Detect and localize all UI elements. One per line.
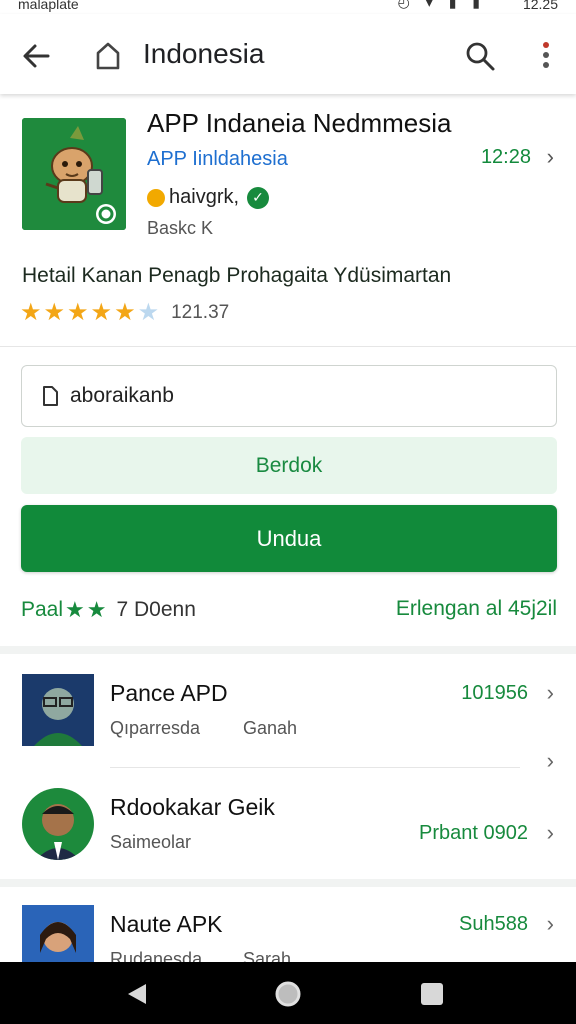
clock: 12.25 (522, 0, 558, 12)
star-empty-icon: ★ (137, 299, 160, 326)
search-icon[interactable] (462, 38, 498, 74)
home-icon[interactable] (92, 38, 124, 74)
download-button[interactable]: Undua (21, 505, 557, 572)
list-item-value: 101956 (461, 682, 528, 704)
system-status-icons: ◴ ▾ ▮ ▮ (397, 0, 486, 10)
meta-row: Paal ★ ★ 7 D0enn Erlengan al 45j2il (21, 597, 557, 629)
tag-badge-icon (147, 188, 165, 207)
chevron-right-icon[interactable]: › (547, 748, 554, 774)
text-input-field[interactable]: aboraikanb (21, 365, 557, 427)
rating-row: ★ ★ ★ ★ ★ ★ 121.37 (20, 298, 229, 327)
list-item-subtitle: Qıparresda (110, 718, 201, 738)
star-icon: ★ (86, 597, 107, 622)
list-item-meta: Ganah (243, 718, 298, 738)
list-item-value: Suh588 (459, 913, 528, 935)
list-item-title: Naute APK (110, 911, 223, 937)
carrier-label: malaplate (18, 0, 79, 12)
rating-count: 121.37 (171, 301, 230, 323)
star-icon: ★ (114, 299, 136, 326)
nav-recents-icon[interactable] (421, 983, 443, 1005)
section-divider (0, 879, 576, 887)
divider (0, 346, 576, 347)
developer-link[interactable]: APP Iinldahesia (147, 148, 288, 171)
meta-left: Paal ★ ★ 7 D0enn (21, 597, 196, 623)
chevron-right-icon[interactable]: › (547, 820, 554, 846)
app-category: Baskc K (147, 218, 214, 238)
app-tag: haivgrk, ✓ (147, 186, 270, 209)
back-arrow-icon[interactable] (18, 38, 54, 74)
chevron-right-icon[interactable]: › (547, 144, 554, 170)
tag-label: haivgrk, (169, 186, 240, 208)
star-icon: ★ (65, 597, 85, 622)
status-bar: malaplate ◴ ▾ ▮ ▮ 12.25 (0, 0, 576, 14)
verified-check-icon: ✓ (247, 186, 270, 209)
system-nav-bar (0, 962, 576, 1024)
list-item-subtitle: Saimeolar (110, 832, 192, 852)
meta-left-label: Paal (21, 598, 64, 621)
list-item-title: Rdookakar Geik (110, 794, 275, 820)
avatar (22, 788, 94, 860)
chevron-right-icon[interactable]: › (547, 680, 554, 706)
star-icon: ★ (67, 299, 89, 326)
app-name: APP Indaneia Nedmmesia (147, 108, 452, 138)
star-icon: ★ (20, 299, 42, 326)
nav-back-icon[interactable] (126, 982, 148, 1006)
document-icon (43, 386, 58, 406)
chevron-right-icon[interactable]: › (547, 911, 554, 937)
meta-right-link[interactable]: Erlengan al 45j2il (396, 597, 557, 621)
page-title: Indonesia (143, 38, 265, 69)
app-icon[interactable] (22, 118, 126, 230)
avatar (22, 674, 94, 746)
list-item-value: Prbant 0902 (419, 822, 528, 844)
app-mascot-icon (22, 118, 126, 230)
input-value: aboraikanb (70, 384, 174, 407)
star-icon: ★ (90, 299, 113, 326)
star-icon: ★ (43, 299, 66, 326)
more-options-icon[interactable] (536, 38, 556, 74)
top-app-bar: Indonesia (0, 14, 576, 94)
app-header: APP Indaneia Nedmmesia APP Iinldahesia 1… (0, 98, 576, 348)
secondary-button[interactable]: Berdok (21, 437, 557, 494)
divider (110, 767, 520, 768)
app-version: 12:28 (480, 146, 531, 168)
nav-home-icon[interactable] (274, 980, 302, 1008)
list-item-title: Pance APD (110, 680, 228, 706)
meta-count: 7 D0enn (116, 598, 196, 621)
section-divider (0, 646, 576, 654)
app-description: Hetail Kanan Penagb Prohagaita Ydüsimart… (22, 264, 452, 287)
